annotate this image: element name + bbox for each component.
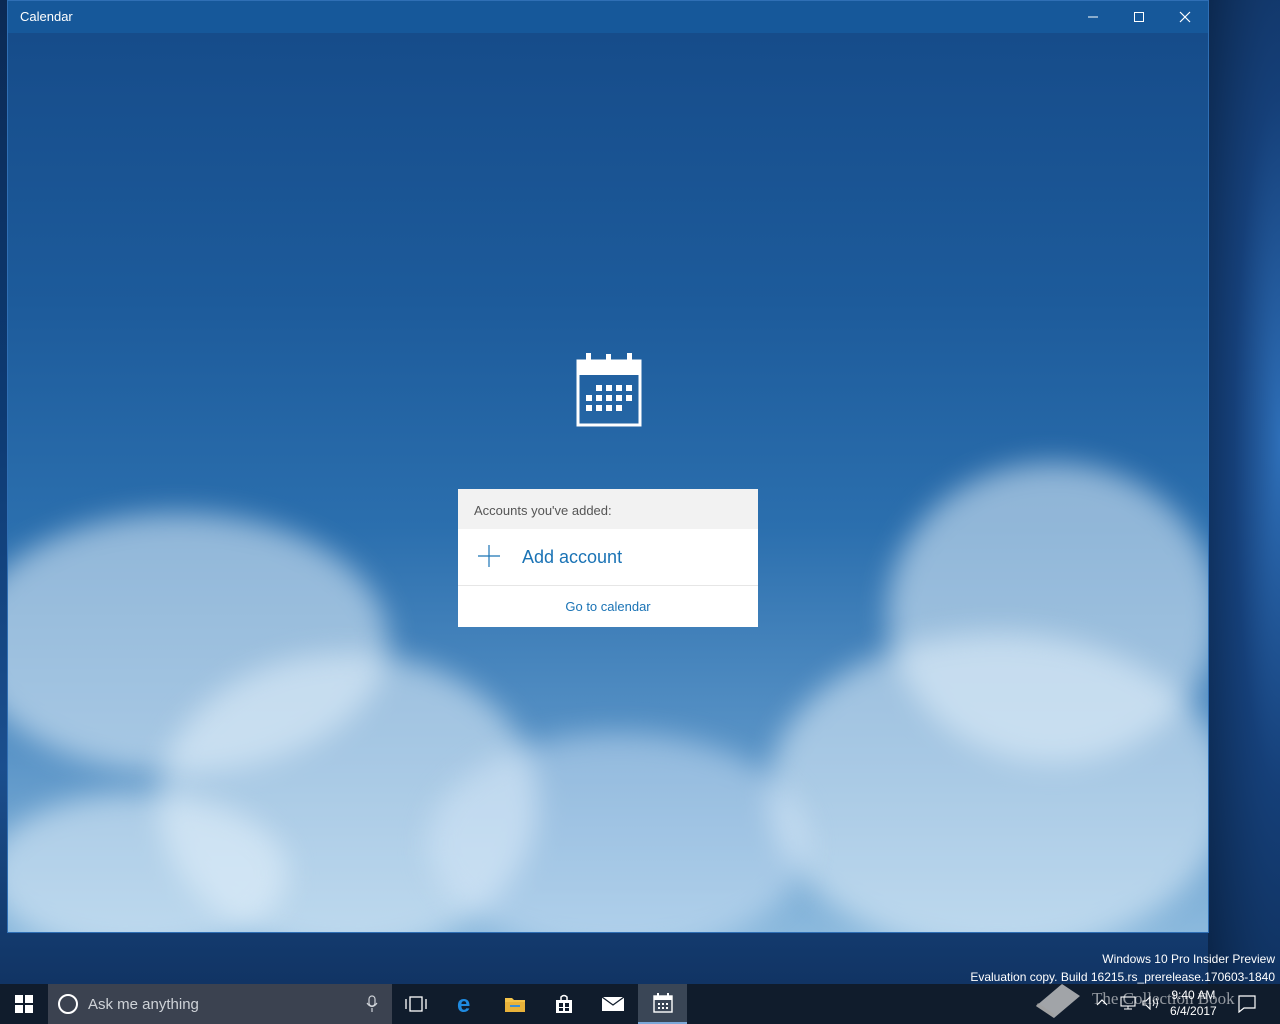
task-view-icon [405, 996, 427, 1012]
mail-button[interactable] [589, 984, 637, 1024]
book-logo-icon [1036, 984, 1080, 1018]
title-bar[interactable]: Calendar [8, 1, 1208, 33]
maximize-button[interactable] [1116, 1, 1162, 33]
search-box[interactable]: Ask me anything [48, 984, 392, 1024]
file-explorer-icon [505, 998, 525, 1012]
go-to-calendar-link[interactable]: Go to calendar [458, 586, 758, 627]
action-center-icon[interactable] [1238, 995, 1256, 1013]
evaluation-watermark: Windows 10 Pro Insider Preview Evaluatio… [970, 950, 1275, 986]
edge-button[interactable]: e [442, 984, 490, 1024]
calendar-window: Calendar Accounts you've added: Add acco… [7, 0, 1209, 933]
taskbar: Ask me anything e The Collection Book 9:… [0, 984, 1280, 1024]
accounts-dialog: Accounts you've added: Add account Go to… [458, 489, 758, 627]
minimize-button[interactable] [1070, 1, 1116, 33]
cortana-icon [58, 994, 78, 1014]
cloud [768, 633, 1208, 932]
clock-date: 6/4/2017 [1170, 1004, 1217, 1018]
system-clock[interactable]: 9:40 AM 6/4/2017 [1170, 987, 1217, 1019]
calendar-icon [652, 993, 673, 1013]
window-title: Calendar [20, 9, 73, 24]
calendar-taskbar-button[interactable] [638, 984, 687, 1024]
accounts-header: Accounts you've added: [458, 489, 758, 529]
add-account-button[interactable]: Add account [458, 529, 758, 586]
edge-icon: e [457, 993, 470, 1015]
watermark-line-1: Windows 10 Pro Insider Preview [1102, 952, 1275, 966]
clock-time: 9:40 AM [1171, 988, 1216, 1002]
close-icon [1179, 11, 1191, 23]
store-icon [556, 994, 572, 1013]
svg-text:e: e [457, 993, 470, 1015]
task-view-button[interactable] [392, 984, 440, 1024]
volume-icon[interactable] [1142, 996, 1160, 1010]
close-button[interactable] [1162, 1, 1208, 33]
system-tray: The Collection Book 9:40 AM 6/4/2017 [1030, 984, 1280, 1024]
show-hidden-icons-icon[interactable] [1096, 998, 1108, 1006]
maximize-icon [1134, 12, 1144, 22]
start-button[interactable] [0, 984, 48, 1024]
windows-logo-icon [15, 995, 33, 1013]
network-icon[interactable] [1120, 996, 1136, 1010]
search-placeholder: Ask me anything [88, 996, 199, 1013]
mail-icon [601, 996, 625, 1011]
app-background: Accounts you've added: Add account Go to… [8, 33, 1208, 932]
store-button[interactable] [540, 984, 588, 1024]
file-explorer-button[interactable] [491, 984, 539, 1024]
add-account-label: Add account [522, 547, 623, 567]
plus-icon [478, 545, 500, 567]
minimize-icon [1088, 16, 1098, 18]
microphone-icon[interactable] [366, 995, 378, 1013]
desktop-wallpaper [1208, 0, 1280, 984]
calendar-app-icon [576, 353, 642, 427]
